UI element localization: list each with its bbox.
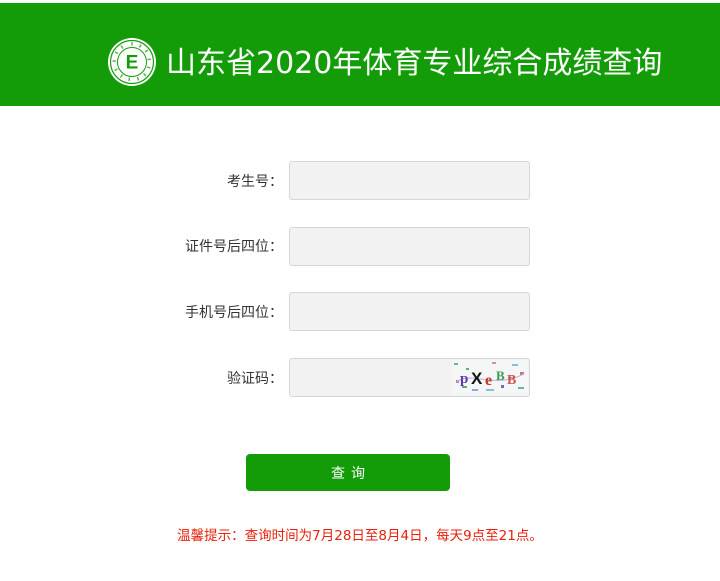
phone-last4-input[interactable] (289, 292, 530, 331)
svg-text:B: B (496, 368, 505, 383)
svg-text:X: X (471, 369, 483, 388)
sports-seal-logo-icon: E (108, 38, 156, 86)
id-last4-label: 证件号后四位： (185, 239, 283, 255)
svg-text:p: p (460, 371, 468, 387)
svg-text:B: B (507, 373, 516, 388)
exam-number-label: 考生号： (227, 174, 283, 190)
page-header: E 山东省2020年体育专业综合成绩查询 (0, 0, 720, 106)
exam-number-input[interactable] (289, 161, 530, 200)
query-button[interactable]: 查询 (246, 454, 450, 491)
logo-letter: E (126, 53, 139, 74)
svg-text:e: e (485, 372, 492, 389)
page-title: 山东省2020年体育专业综合成绩查询 (166, 46, 663, 81)
id-last4-input[interactable] (289, 227, 530, 266)
captcha-label: 验证码： (227, 371, 283, 387)
captcha-image-icon[interactable]: p X e B B (452, 360, 528, 394)
phone-last4-label: 手机号后四位： (185, 305, 283, 321)
notice-text: 温馨提示：查询时间为7月28日至8月4日，每天9点至21点。 (177, 528, 543, 544)
